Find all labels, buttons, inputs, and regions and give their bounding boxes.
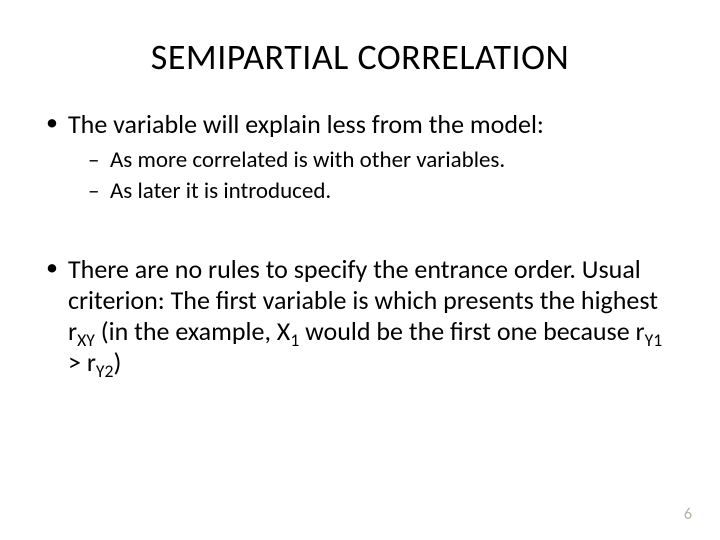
bullet-list: The variable will explain less from the …: [40, 109, 680, 206]
bullet-2-mid3: > r: [68, 346, 96, 378]
subscript-y1: Y1: [645, 329, 663, 351]
page-number: 6: [684, 505, 692, 524]
slide-title: SEMIPARTIAL CORRELATION: [40, 35, 680, 79]
spacer: [40, 224, 680, 254]
subscript-1: 1: [290, 329, 299, 351]
bullet-list-2: There are no rules to specify the entran…: [40, 254, 680, 379]
bullet-1: The variable will explain less from the …: [40, 109, 680, 206]
slide: SEMIPARTIAL CORRELATION The variable wil…: [0, 0, 720, 540]
bullet-2: There are no rules to specify the entran…: [40, 254, 680, 379]
bullet-2-mid2: would be the first one because r: [299, 315, 644, 347]
bullet-1b: As later it is introduced.: [88, 177, 680, 206]
bullet-1-text: The variable will explain less from the …: [68, 108, 544, 140]
bullet-2-mid1: (in the example, X: [95, 315, 290, 347]
sub-list: As more correlated is with other variabl…: [88, 146, 680, 206]
bullet-2-end: ): [113, 346, 121, 378]
bullet-1a: As more correlated is with other variabl…: [88, 146, 680, 175]
subscript-y2: Y2: [96, 360, 114, 382]
